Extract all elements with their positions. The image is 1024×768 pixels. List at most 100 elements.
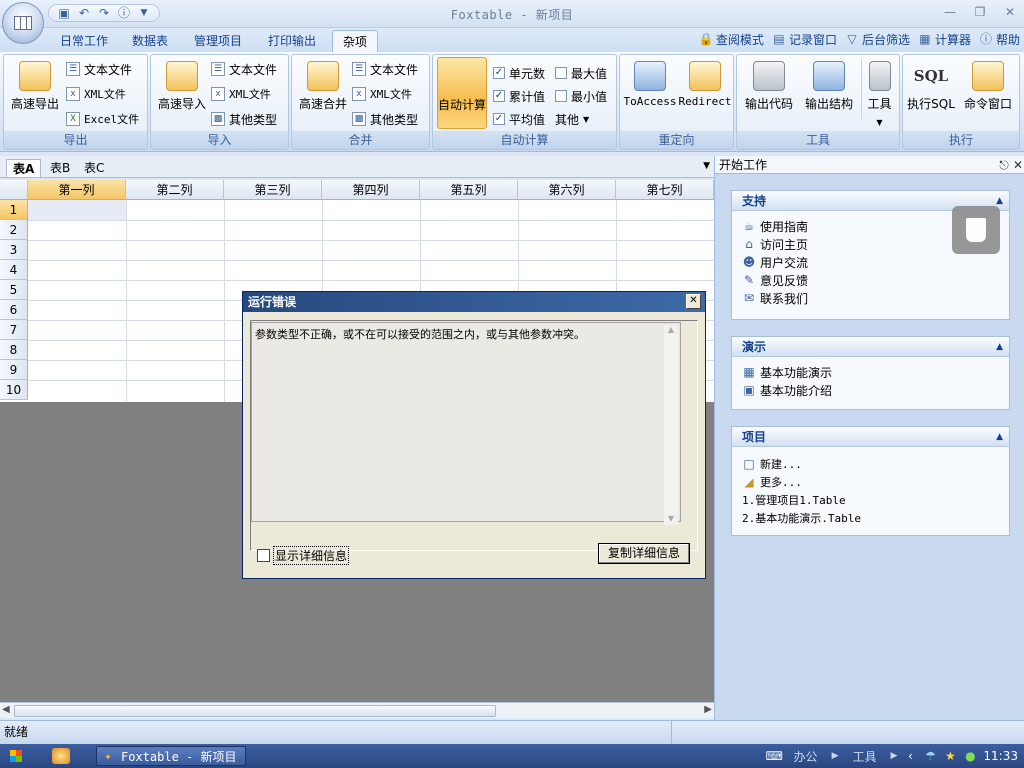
record-window-button[interactable]: ▤ 记录窗口	[772, 31, 837, 48]
scroll-up-icon[interactable]: ▲	[664, 325, 678, 334]
fast-import-button[interactable]: 高速导入	[155, 59, 209, 119]
project-new-link[interactable]: □ 新建...	[732, 455, 1009, 473]
collapse-arrow-icon[interactable]: ▲	[996, 427, 1003, 447]
tab-data-table[interactable]: 数据表	[122, 30, 178, 52]
to-access-button[interactable]: ToAccess	[622, 59, 678, 119]
project-more-link[interactable]: ◢ 更多...	[732, 473, 1009, 491]
show-detail-checkbox[interactable]: 显示详细信息	[257, 546, 350, 565]
scroll-down-icon[interactable]: ▼	[664, 514, 678, 523]
merge-text-file-button[interactable]: ☰ 文本文件	[352, 59, 418, 79]
row-header[interactable]: 9	[0, 360, 28, 380]
row-header[interactable]: 1	[0, 200, 28, 220]
chevron-right-icon[interactable]: ▶	[832, 751, 839, 761]
row-header[interactable]: 10	[0, 380, 28, 400]
column-header[interactable]: 第四列	[322, 180, 420, 200]
tab-manage-project[interactable]: 管理项目	[184, 30, 252, 52]
close-icon[interactable]: ✕	[1002, 4, 1018, 20]
pin-icon[interactable]: ⎋	[997, 158, 1011, 172]
demo-section-header[interactable]: 演示 ▲	[732, 337, 1009, 357]
output-structure-button[interactable]: 输出结构	[799, 59, 859, 119]
tab-misc[interactable]: 杂项	[332, 30, 379, 52]
export-excel-file-button[interactable]: X Excel文件	[66, 109, 139, 129]
quick-launch-icon[interactable]	[52, 748, 70, 764]
demo-basic-link[interactable]: ▦ 基本功能演示	[732, 363, 1009, 381]
app-menu-button[interactable]	[2, 2, 44, 44]
check-cumulative[interactable]: ✓ 累计值	[493, 86, 545, 106]
import-other-type-button[interactable]: ▩ 其他类型	[211, 109, 277, 129]
column-header[interactable]: 第七列	[616, 180, 714, 200]
row-header[interactable]: 4	[0, 260, 28, 280]
scroll-left-icon[interactable]: ◀	[2, 704, 10, 715]
calculator-button[interactable]: ▦ 计算器	[918, 31, 971, 48]
row-header[interactable]: 3	[0, 240, 28, 260]
recent-project-item[interactable]: 1.管理项目1.Table	[732, 491, 1009, 509]
demo-intro-link[interactable]: ▣ 基本功能介绍	[732, 381, 1009, 399]
error-message-box[interactable]: 参数类型不正确，或不在可以接受的范围之内，或与其他参数冲突。 ▲ ▼	[251, 322, 681, 525]
help-button[interactable]: ⓘ 帮助	[979, 31, 1020, 48]
check-cell-count[interactable]: ✓ 单元数	[493, 63, 545, 83]
fast-export-button[interactable]: 高速导出	[8, 59, 62, 119]
horizontal-scrollbar[interactable]: ◀ ▶	[0, 702, 714, 718]
start-button[interactable]	[4, 747, 30, 765]
check-max[interactable]: 最大值	[555, 63, 607, 83]
collapse-arrow-icon[interactable]: ▲	[996, 337, 1003, 357]
row-header[interactable]: 8	[0, 340, 28, 360]
column-header[interactable]: 第六列	[518, 180, 616, 200]
keyboard-icon[interactable]: ⌨	[766, 749, 783, 763]
grid-corner[interactable]	[0, 180, 28, 200]
support-community-link[interactable]: ☻ 用户交流	[732, 253, 1009, 271]
support-feedback-link[interactable]: ✎ 意见反馈	[732, 271, 1009, 289]
export-text-file-button[interactable]: ☰ 文本文件	[66, 59, 132, 79]
scroll-right-icon[interactable]: ▶	[704, 704, 712, 715]
row-header[interactable]: 5	[0, 280, 28, 300]
merge-other-type-button[interactable]: ▩ 其他类型	[352, 109, 418, 129]
redirect-button[interactable]: Redirect	[678, 59, 732, 119]
recent-project-item[interactable]: 2.基本功能演示.Table	[732, 509, 1009, 527]
minimize-icon[interactable]: —	[942, 4, 958, 20]
taskbar-app-button[interactable]: ✦ Foxtable - 新项目	[96, 746, 246, 766]
sheet-tab-b[interactable]: 表B	[44, 159, 76, 177]
close-icon[interactable]: ✕	[686, 294, 701, 309]
autocalc-button[interactable]: 自动计算	[437, 57, 487, 129]
tools-dropdown-button[interactable]: 工具 ▼	[861, 59, 897, 127]
check-min[interactable]: 最小值	[555, 86, 607, 106]
background-filter-button[interactable]: ▽ 后台筛选	[845, 31, 910, 48]
speaker-icon[interactable]: ●	[963, 749, 977, 763]
chevron-right-icon[interactable]: ▶	[890, 751, 897, 761]
sheet-tab-a[interactable]: 表A	[6, 159, 42, 177]
copy-detail-button[interactable]: 复制详细信息	[598, 543, 690, 564]
shield-icon[interactable]: ☂	[923, 749, 937, 763]
restore-icon[interactable]: ❐	[972, 4, 988, 20]
support-contact-link[interactable]: ✉ 联系我们	[732, 289, 1009, 307]
close-icon[interactable]: ✕	[1011, 158, 1024, 172]
column-header[interactable]: 第三列	[224, 180, 322, 200]
fast-merge-button[interactable]: 高速合并	[296, 59, 350, 119]
network-icon[interactable]: ★	[943, 749, 957, 763]
vertical-scrollbar[interactable]: ▲ ▼	[664, 325, 678, 525]
command-window-button[interactable]: 命令窗口	[957, 59, 1019, 119]
tab-print-output[interactable]: 打印输出	[258, 30, 326, 52]
column-header[interactable]: 第二列	[126, 180, 224, 200]
import-text-file-button[interactable]: ☰ 文本文件	[211, 59, 277, 79]
merge-xml-file-button[interactable]: x XML文件	[352, 84, 412, 104]
scroll-thumb[interactable]	[14, 705, 496, 717]
tray-office[interactable]: 办公	[786, 748, 826, 765]
export-xml-file-button[interactable]: x XML文件	[66, 84, 126, 104]
other-dropdown[interactable]: 其他 ▼	[555, 109, 589, 129]
sheet-tab-c[interactable]: 表C	[78, 159, 110, 177]
sheet-list-dropdown-icon[interactable]: ▼	[703, 161, 710, 171]
import-xml-file-button[interactable]: x XML文件	[211, 84, 271, 104]
execute-sql-button[interactable]: SQL 执行SQL	[905, 59, 957, 119]
active-cell[interactable]	[28, 200, 126, 220]
check-average[interactable]: ✓ 平均值	[493, 109, 545, 129]
usb-icon[interactable]	[952, 206, 1000, 254]
output-code-button[interactable]: 输出代码	[739, 59, 799, 119]
column-header[interactable]: 第五列	[420, 180, 518, 200]
tray-tools[interactable]: 工具	[844, 748, 884, 765]
row-header[interactable]: 7	[0, 320, 28, 340]
row-header[interactable]: 2	[0, 220, 28, 240]
tab-daily-work[interactable]: 日常工作	[50, 30, 118, 52]
project-section-header[interactable]: 项目 ▲	[732, 427, 1009, 447]
back-icon[interactable]: ‹	[903, 749, 917, 763]
row-header[interactable]: 6	[0, 300, 28, 320]
